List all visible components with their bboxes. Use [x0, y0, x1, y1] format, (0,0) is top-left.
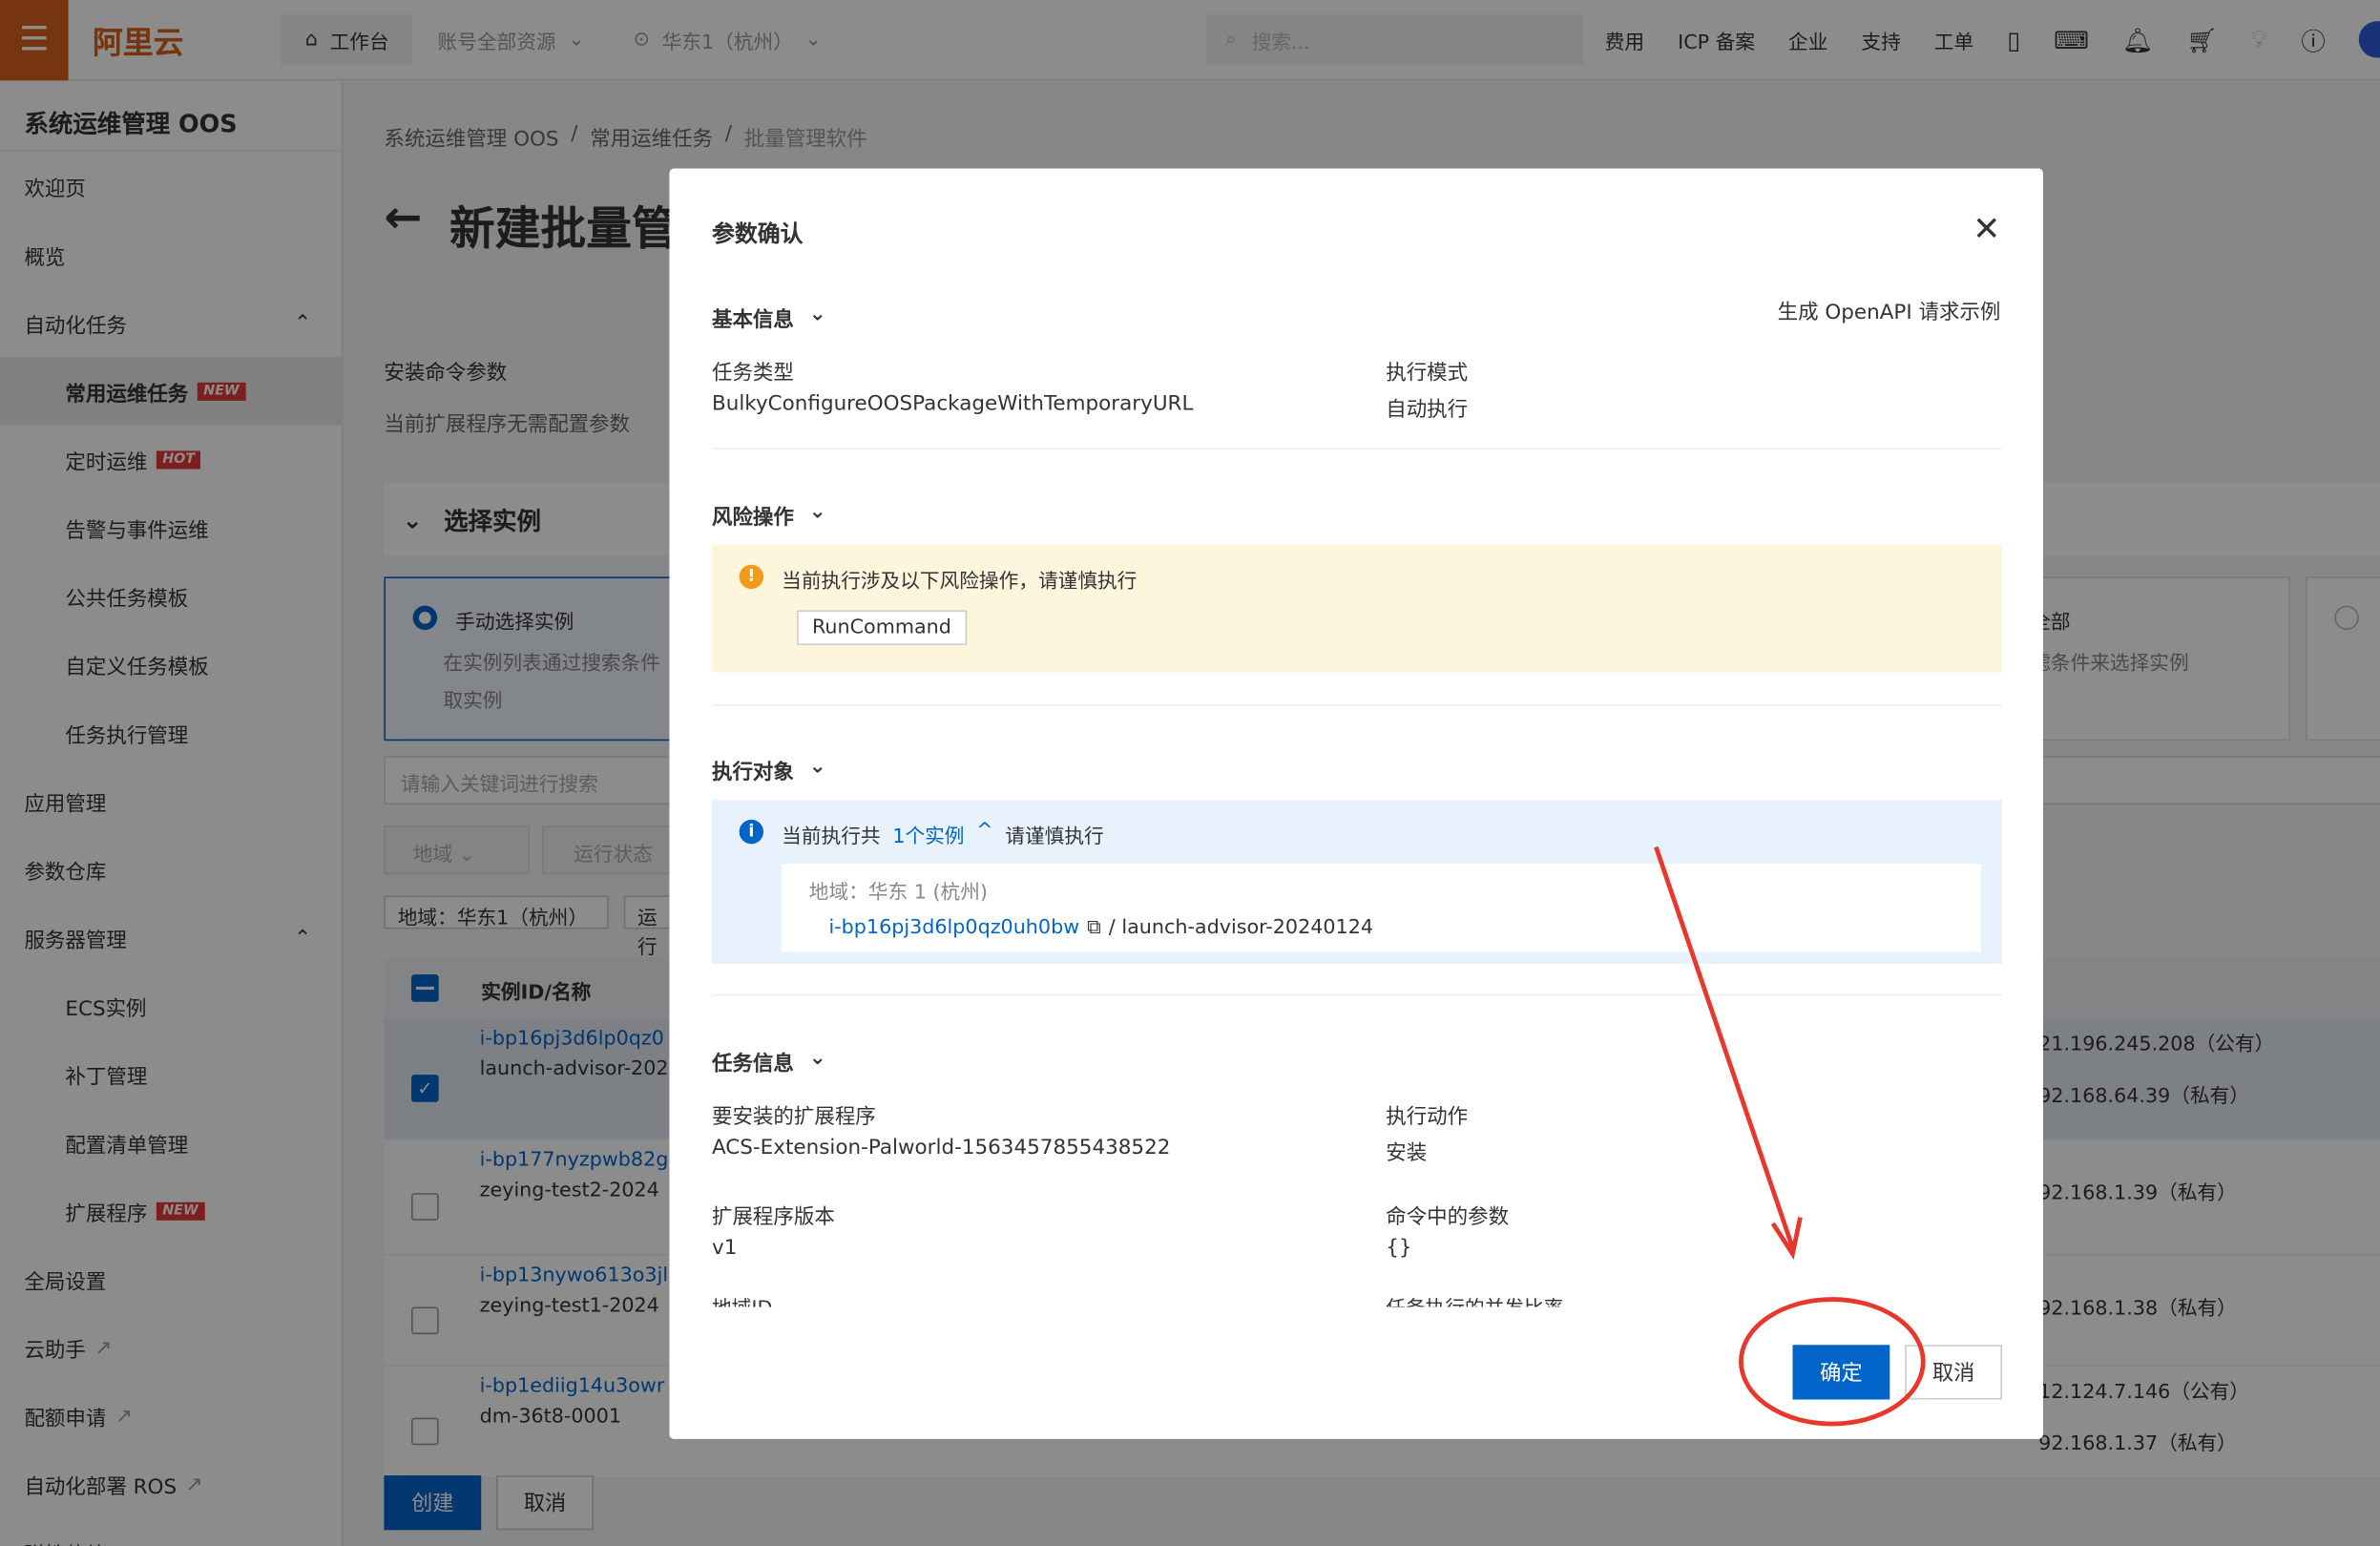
annotation-overlay	[1654, 846, 1926, 1427]
annotation-circle	[1739, 1297, 1926, 1427]
annotation-arrow	[1654, 846, 1795, 1249]
